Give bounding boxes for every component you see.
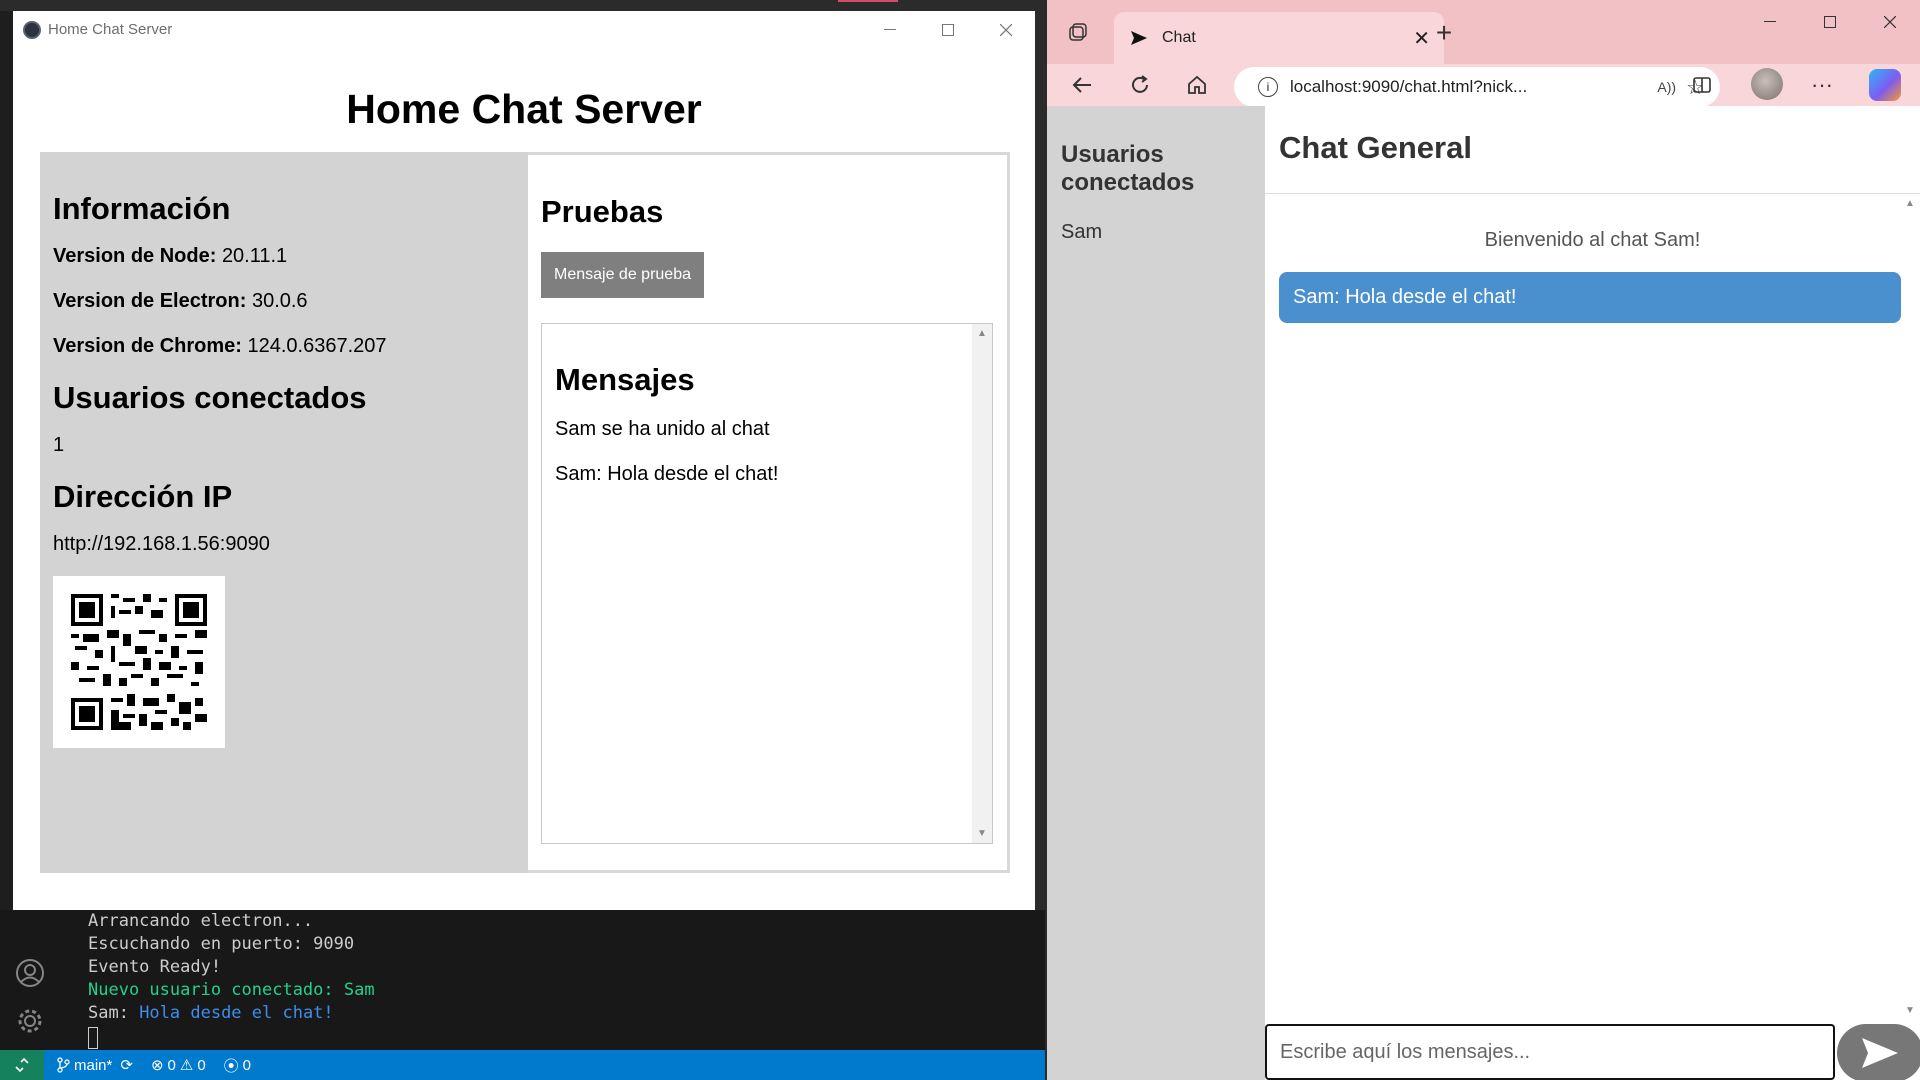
new-tab-button[interactable]: + <box>1427 16 1461 50</box>
page-title: Home Chat Server <box>346 86 702 132</box>
test-message-button[interactable]: Mensaje de prueba <box>541 252 704 298</box>
browser-tab-chat[interactable]: Chat ✕ <box>1114 12 1444 64</box>
terminal-line: Arrancando electron... <box>88 911 314 931</box>
info-title: Información <box>53 191 231 226</box>
scroll-down-icon[interactable]: ▼ <box>977 828 987 839</box>
branch-name: main* <box>74 1056 113 1074</box>
refresh-icon[interactable] <box>1125 70 1155 100</box>
ip-address-title: Dirección IP <box>53 479 233 514</box>
gear-icon[interactable] <box>13 1004 47 1038</box>
account-icon[interactable] <box>13 956 47 990</box>
ports-count: 0 <box>242 1056 252 1074</box>
welcome-message: Bienvenido al chat Sam! <box>1484 229 1701 251</box>
browser-window: Chat ✕ + i localhost:9090/chat.html?nick… <box>1047 0 1920 1080</box>
git-branch-icon <box>57 1057 70 1073</box>
messages-title: Mensajes <box>555 362 695 397</box>
more-options-icon[interactable]: ··· <box>1807 70 1837 100</box>
scroll-up-icon[interactable]: ▲ <box>977 328 987 339</box>
electron-window: Home Chat Server Home Chat Server Inform… <box>13 11 1035 910</box>
terminal-panel[interactable]: Arrancando electron... Escuchando en pue… <box>62 910 1045 1050</box>
read-aloud-icon[interactable]: A)) <box>1657 79 1676 95</box>
scroll-up-icon[interactable]: ▲ <box>1905 198 1915 209</box>
electron-version: Version de Electron: 30.0.6 <box>53 290 308 312</box>
connected-users-title: Usuarios conectados <box>53 380 367 415</box>
terminal-line: Evento Ready! <box>88 957 222 977</box>
minimize-button[interactable] <box>861 11 919 48</box>
electron-titlebar[interactable]: Home Chat Server <box>13 11 1035 48</box>
qr-code-icon <box>71 594 207 730</box>
vscode-top-strip <box>0 0 1045 11</box>
chat-input-row <box>1265 1024 1920 1080</box>
message-item: Sam: Hola desde el chat! <box>555 463 779 485</box>
broadcast-icon: ⦿ <box>223 1057 239 1075</box>
home-icon[interactable] <box>1182 70 1212 100</box>
electron-app-icon <box>23 20 41 39</box>
window-title: Home Chat Server <box>48 21 173 38</box>
site-info-icon[interactable]: i <box>1258 77 1278 97</box>
tests-panel: Pruebas Mensaje de prueba Mensajes Sam s… <box>528 152 1010 873</box>
ip-address-value: http://192.168.1.56:9090 <box>53 533 270 555</box>
messages-scrollbar[interactable]: ▲ ▼ <box>972 324 992 843</box>
user-list-item: Sam <box>1061 221 1103 243</box>
send-icon <box>1131 31 1147 45</box>
tab-actions-icon[interactable] <box>1063 18 1093 48</box>
message-item: Sam se ha unido al chat <box>555 418 770 440</box>
node-version: Version de Node: 20.11.1 <box>53 245 288 267</box>
problems-status[interactable]: ⊗ 0 ⚠ 0 <box>150 1056 206 1075</box>
split-screen-icon[interactable] <box>1687 70 1717 100</box>
info-panel: Información Version de Node: 20.11.1 Ver… <box>40 152 528 873</box>
maximize-button[interactable] <box>919 11 977 48</box>
tab-accent <box>838 0 898 2</box>
chat-message-bubble: Sam: Hola desde el chat! <box>1279 272 1901 323</box>
terminal-msg-prefix: Sam: <box>88 1003 140 1023</box>
chat-main: Chat General Bienvenido al chat Sam! Sam… <box>1265 106 1920 1080</box>
ports-status[interactable]: ⦿ 0 <box>224 1055 251 1076</box>
error-count: 0 <box>167 1056 176 1074</box>
browser-tabbar: Chat ✕ + <box>1047 0 1920 64</box>
terminal-msg-text: Hola desde el chat! <box>139 1003 334 1023</box>
error-icon: ⊗ <box>150 1057 164 1074</box>
browser-minimize-button[interactable] <box>1740 0 1800 44</box>
send-button[interactable] <box>1837 1024 1920 1080</box>
app-main: Información Version de Node: 20.11.1 Ver… <box>40 152 1010 873</box>
send-arrow-icon <box>1862 1038 1898 1068</box>
chat-messages[interactable]: Bienvenido al chat Sam! Sam: Hola desde … <box>1265 194 1920 1020</box>
branch-status[interactable]: main* ⟳ <box>56 1056 133 1074</box>
connected-users-count: 1 <box>53 434 65 456</box>
browser-toolbar: i localhost:9090/chat.html?nick... A)) ☆… <box>1047 64 1920 107</box>
terminal-line: Escuchando en puerto: 9090 <box>88 934 355 954</box>
chat-header: Chat General <box>1265 106 1920 194</box>
status-bar: main* ⟳ ⊗ 0 ⚠ 0 ⦿ 0 <box>0 1050 1045 1080</box>
warning-count: 0 <box>197 1056 206 1074</box>
chat-scrollbar[interactable]: ▲ ▼ <box>1900 194 1920 1020</box>
warning-icon: ⚠ <box>179 1057 194 1074</box>
message-input[interactable] <box>1265 1024 1835 1080</box>
scroll-down-icon[interactable]: ▼ <box>1905 1005 1915 1016</box>
browser-maximize-button[interactable] <box>1800 0 1860 44</box>
terminal-new-user-line: Nuevo usuario conectado: Sam <box>88 980 375 1000</box>
chrome-version: Version de Chrome: 124.0.6367.207 <box>53 335 387 357</box>
sync-icon[interactable]: ⟳ <box>120 1056 133 1074</box>
back-arrow-icon[interactable] <box>1067 70 1097 100</box>
terminal-cursor <box>88 1027 98 1049</box>
profile-avatar[interactable] <box>1751 68 1783 100</box>
chat-title: Chat General <box>1279 130 1472 165</box>
vscode-activity-bar <box>0 910 62 1050</box>
close-button[interactable] <box>977 11 1035 48</box>
browser-close-button[interactable] <box>1860 0 1920 44</box>
tests-title: Pruebas <box>541 194 664 229</box>
tab-title: Chat <box>1162 29 1196 46</box>
copilot-icon[interactable] <box>1869 69 1901 101</box>
qr-code <box>53 576 225 748</box>
users-sidebar: Usuarios conectados Sam <box>1047 106 1265 1080</box>
url-text: localhost:9090/chat.html?nick... <box>1290 77 1528 96</box>
address-bar[interactable]: i localhost:9090/chat.html?nick... A)) ☆ <box>1234 67 1720 107</box>
users-sidebar-title: Usuarios conectados <box>1061 141 1195 196</box>
messages-box[interactable]: Mensajes Sam se ha unido al chat Sam: Ho… <box>541 323 993 844</box>
chat-page: Usuarios conectados Sam Chat General Bie… <box>1047 106 1920 1080</box>
remote-indicator-icon[interactable] <box>0 1050 44 1080</box>
